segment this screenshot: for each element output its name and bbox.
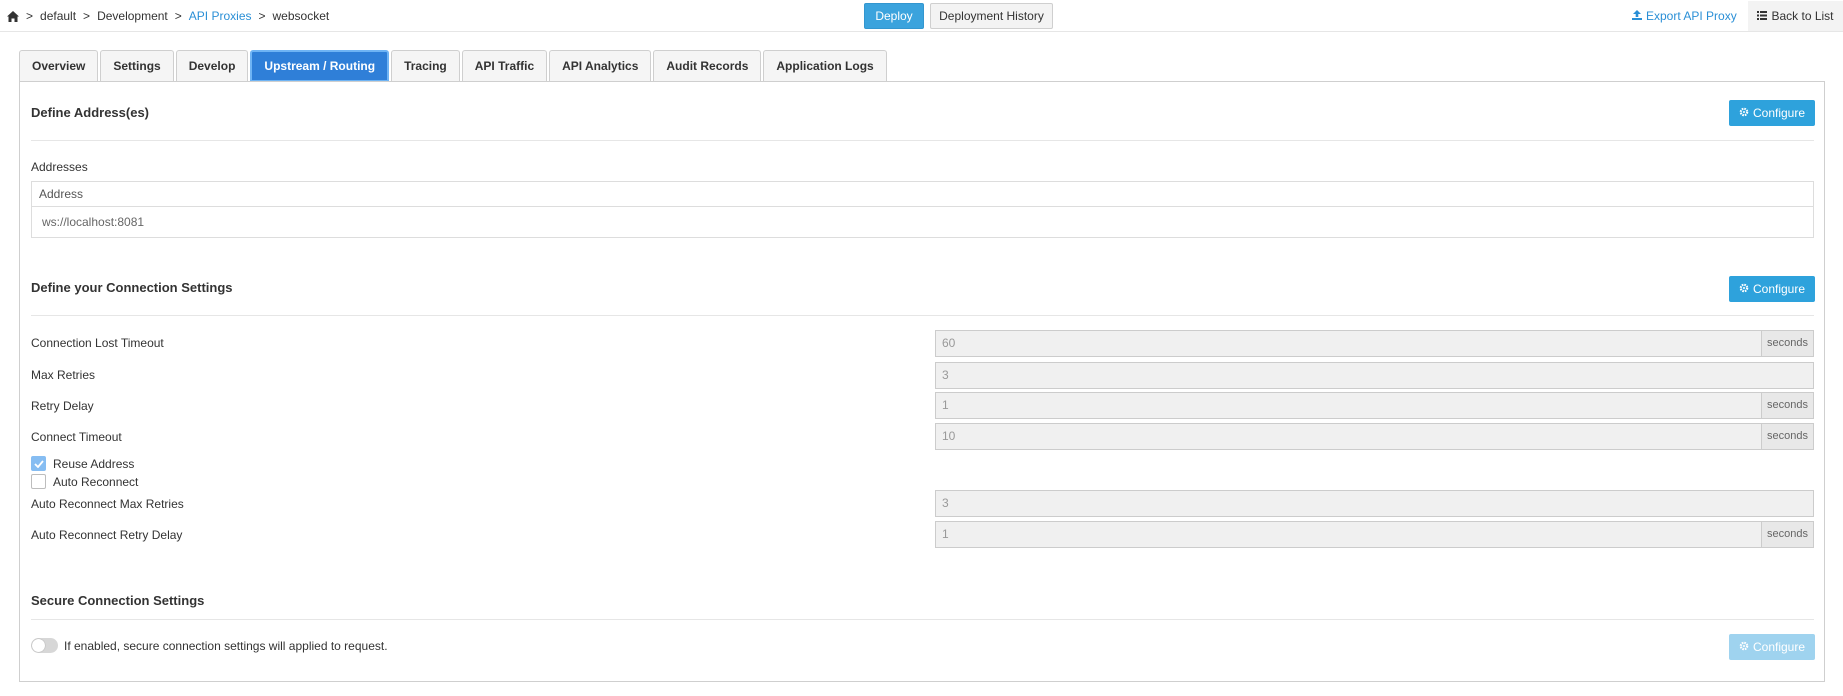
auto-reconnect-max-retries-field[interactable]: 3 [935, 490, 1814, 517]
configure-label: Configure [1752, 640, 1806, 654]
auto-reconnect-retry-delay-input[interactable]: 1 [935, 521, 1762, 548]
connect-timeout-input[interactable]: 10 [935, 423, 1762, 450]
section-divider [31, 619, 1814, 620]
breadcrumb: > default > Development > API Proxies > … [7, 9, 329, 23]
export-label: Export API Proxy [1646, 9, 1737, 23]
reuse-address-checkbox-row[interactable]: Reuse Address [31, 456, 134, 471]
connection-lost-timeout-label: Connection Lost Timeout [31, 336, 164, 350]
table-row[interactable]: ws://localhost:8081 [32, 207, 1813, 237]
auto-reconnect-retry-delay-label: Auto Reconnect Retry Delay [31, 528, 183, 542]
section-divider [31, 140, 1814, 141]
deployment-history-button[interactable]: Deployment History [930, 3, 1053, 29]
connection-configure-button[interactable]: Configure [1729, 276, 1815, 302]
tab-tracing[interactable]: Tracing [391, 50, 460, 82]
breadcrumb-separator: > [258, 9, 266, 23]
top-bar: > default > Development > API Proxies > … [0, 0, 1843, 32]
tab-develop[interactable]: Develop [175, 50, 249, 82]
secure-toggle-text: If enabled, secure connection settings w… [64, 638, 388, 653]
connection-lost-timeout-input[interactable]: 60 [935, 330, 1762, 357]
secure-connection-toggle[interactable] [31, 638, 58, 653]
secure-toggle-row: If enabled, secure connection settings w… [31, 638, 388, 653]
auto-reconnect-max-retries-label: Auto Reconnect Max Retries [31, 497, 184, 511]
seconds-addon: seconds [1762, 392, 1814, 419]
auto-reconnect-checkbox-row[interactable]: Auto Reconnect [31, 474, 138, 489]
secure-configure-button[interactable]: Configure [1729, 634, 1815, 660]
max-retries-field[interactable]: 3 [935, 362, 1814, 389]
reuse-address-label: Reuse Address [53, 456, 135, 471]
checkmark-icon [33, 459, 44, 468]
connection-section-title: Define your Connection Settings [31, 280, 233, 295]
back-to-list-button[interactable]: Back to List [1748, 1, 1843, 31]
auto-reconnect-checkbox[interactable] [31, 474, 46, 489]
retry-delay-label: Retry Delay [31, 399, 94, 413]
export-api-proxy-link[interactable]: Export API Proxy [1632, 9, 1737, 23]
tab-upstream-routing[interactable]: Upstream / Routing [250, 50, 390, 82]
list-icon [1757, 9, 1771, 23]
auto-reconnect-label: Auto Reconnect [53, 474, 139, 489]
tab-overview[interactable]: Overview [19, 50, 99, 82]
breadcrumb-item-development[interactable]: Development [97, 9, 168, 23]
connection-lost-timeout-field[interactable]: 60 seconds [935, 330, 1814, 357]
retry-delay-field[interactable]: 1 seconds [935, 392, 1814, 419]
seconds-addon: seconds [1762, 423, 1814, 450]
auto-reconnect-max-retries-input[interactable]: 3 [935, 490, 1814, 517]
secure-section-title: Secure Connection Settings [31, 593, 205, 608]
deploy-button[interactable]: Deploy [864, 3, 924, 29]
tab-bar: Overview Settings Develop Upstream / Rou… [19, 50, 889, 82]
connect-timeout-field[interactable]: 10 seconds [935, 423, 1814, 450]
configure-label: Configure [1752, 282, 1806, 296]
back-label: Back to List [1771, 9, 1834, 23]
seconds-addon: seconds [1762, 521, 1814, 548]
address-column-header: Address [32, 182, 1813, 207]
breadcrumb-item-current: websocket [272, 9, 330, 23]
addresses-section-title: Define Address(es) [31, 105, 149, 120]
seconds-addon: seconds [1762, 330, 1814, 357]
toggle-knob [32, 639, 45, 652]
tab-api-traffic[interactable]: API Traffic [461, 50, 548, 82]
tab-api-analytics[interactable]: API Analytics [549, 50, 652, 82]
addresses-table: Address ws://localhost:8081 [31, 181, 1814, 238]
tab-application-logs[interactable]: Application Logs [763, 50, 887, 82]
max-retries-label: Max Retries [31, 368, 96, 382]
tab-settings[interactable]: Settings [100, 50, 174, 82]
gear-icon [1739, 282, 1753, 296]
reuse-address-checkbox[interactable] [31, 456, 46, 471]
connect-timeout-label: Connect Timeout [31, 430, 122, 444]
breadcrumb-separator: > [83, 9, 91, 23]
auto-reconnect-retry-delay-field[interactable]: 1 seconds [935, 521, 1814, 548]
addresses-label: Addresses [31, 160, 88, 174]
addresses-configure-button[interactable]: Configure [1729, 100, 1815, 126]
breadcrumb-item-api-proxies[interactable]: API Proxies [189, 9, 252, 23]
breadcrumb-separator: > [174, 9, 182, 23]
section-divider [31, 315, 1814, 316]
home-icon[interactable] [7, 10, 19, 22]
breadcrumb-item-default[interactable]: default [40, 9, 76, 23]
gear-icon [1739, 640, 1753, 654]
gear-icon [1739, 106, 1753, 120]
max-retries-input[interactable]: 3 [935, 362, 1814, 389]
retry-delay-input[interactable]: 1 [935, 392, 1762, 419]
tab-audit-records[interactable]: Audit Records [653, 50, 762, 82]
breadcrumb-separator: > [26, 9, 34, 23]
upload-icon [1632, 9, 1646, 23]
configure-label: Configure [1752, 106, 1806, 120]
